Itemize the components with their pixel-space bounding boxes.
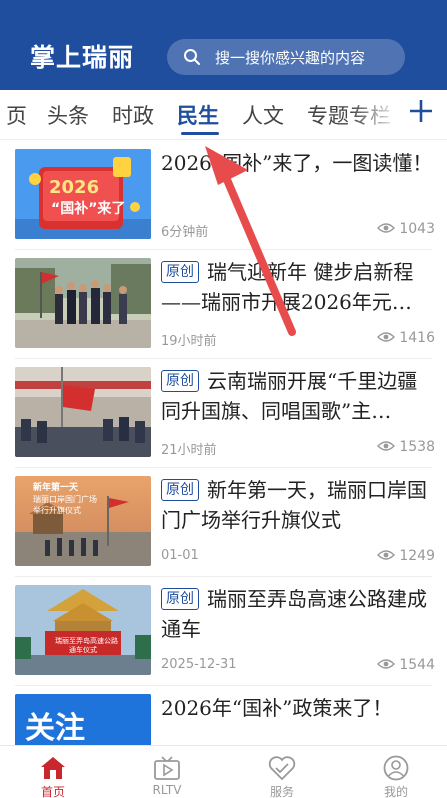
- views-count: 1249: [399, 548, 435, 564]
- tab-culture[interactable]: 人文: [242, 100, 284, 130]
- tab-home[interactable]: 页: [6, 100, 27, 130]
- tab-politics[interactable]: 时政: [112, 100, 154, 130]
- nav-home[interactable]: 首页: [13, 746, 93, 798]
- news-time: 2025-12-31: [161, 657, 237, 672]
- eye-icon: [377, 332, 396, 342]
- news-title[interactable]: 2026年“国补”政策来了！: [161, 693, 433, 753]
- svg-text:通车仪式: 通车仪式: [69, 645, 97, 654]
- app-screen: 掌上瑞丽 搜一搜你感兴趣的内容 页 头条 时政 民生 人文 专题专栏 2026 …: [0, 0, 447, 798]
- poster-title: 关注: [25, 711, 85, 746]
- news-time: 19小时前: [161, 334, 217, 349]
- news-views: 1043: [377, 221, 435, 237]
- highway-opening-photo: 瑞丽至弄岛高速公路 通车仪式: [15, 585, 151, 675]
- tab-fade: [350, 90, 400, 138]
- news-thumbnail: [15, 258, 151, 348]
- original-badge: 原创: [161, 588, 199, 610]
- nav-label: 首页: [40, 785, 65, 798]
- news-title-text: 瑞丽至弄岛高速公路建成通车: [161, 587, 427, 641]
- original-badge: 原创: [161, 370, 199, 392]
- add-channel-icon[interactable]: [408, 98, 434, 124]
- news-thumbnail: 2026 “国补”来了: [15, 149, 151, 239]
- flag-raising-photo: [15, 367, 151, 457]
- news-time: 01-01: [161, 548, 199, 563]
- border-plaza-photo: 新年第一天 瑞丽口岸国门广场 举行升旗仪式: [15, 476, 151, 566]
- bottom-navigation: 首页 RLTV 服务 我的: [0, 745, 447, 798]
- nav-label: 服务: [269, 785, 294, 798]
- svg-text:“国补”来了: “国补”来了: [51, 200, 125, 217]
- tab-headlines[interactable]: 头条: [47, 100, 89, 130]
- eye-icon: [377, 223, 396, 233]
- views-count: 1416: [399, 330, 435, 346]
- nav-rltv[interactable]: RLTV: [127, 746, 207, 798]
- subsidy-poster-image: 2026 “国补”来了: [15, 149, 151, 239]
- news-title[interactable]: 原创 云南瑞丽开展“千里边疆同升国旗、同唱国歌”主…: [161, 366, 433, 426]
- news-title[interactable]: 原创 瑞丽至弄岛高速公路建成通车: [161, 584, 433, 644]
- views-count: 1538: [399, 439, 435, 455]
- profile-icon: [383, 755, 409, 781]
- news-item[interactable]: 原创 云南瑞丽开展“千里边疆同升国旗、同唱国歌”主… 21小时前 1538: [0, 359, 447, 468]
- search-placeholder: 搜一搜你感兴趣的内容: [215, 49, 366, 67]
- search-bar[interactable]: 搜一搜你感兴趣的内容: [167, 39, 405, 75]
- original-badge: 原创: [161, 479, 199, 501]
- news-item[interactable]: 2026 “国补”来了 2026“国补”来了，一图读懂！ 6分钟前 1043: [0, 141, 447, 250]
- news-views: 1538: [377, 439, 435, 455]
- top-header: 掌上瑞丽 搜一搜你感兴趣的内容: [0, 0, 447, 90]
- service-icon: [268, 756, 296, 781]
- news-item[interactable]: 原创 瑞气迎新年 健步启新程——瑞丽市开展2026年元… 19小时前 1416: [0, 250, 447, 359]
- svg-text:2026: 2026: [49, 177, 99, 198]
- news-title-text: 新年第一天，瑞丽口岸国门广场举行升旗仪式: [161, 478, 427, 532]
- nav-label: 我的: [383, 785, 408, 798]
- svg-text:举行升旗仪式: 举行升旗仪式: [33, 505, 81, 515]
- news-views: 1249: [377, 548, 435, 564]
- category-tabs: 页 头条 时政 民生 人文 专题专栏: [0, 90, 447, 140]
- search-icon: [184, 49, 200, 65]
- news-time: 21小时前: [161, 443, 217, 458]
- news-views: 1544: [377, 657, 435, 673]
- walking-event-photo: [15, 258, 151, 348]
- views-count: 1043: [399, 221, 435, 237]
- news-title[interactable]: 原创 新年第一天，瑞丽口岸国门广场举行升旗仪式: [161, 475, 433, 535]
- news-thumbnail: [15, 367, 151, 457]
- news-title[interactable]: 2026“国补”来了，一图读懂！: [161, 148, 433, 208]
- home-icon: [41, 757, 65, 779]
- news-title[interactable]: 原创 瑞气迎新年 健步启新程——瑞丽市开展2026年元…: [161, 257, 433, 317]
- eye-icon: [377, 550, 396, 560]
- svg-text:新年第一天: 新年第一天: [33, 481, 79, 493]
- svg-text:瑞丽至弄岛高速公路: 瑞丽至弄岛高速公路: [55, 636, 118, 645]
- tv-icon: [154, 756, 180, 780]
- news-thumbnail: 瑞丽至弄岛高速公路 通车仪式: [15, 585, 151, 675]
- active-tab-indicator: [181, 132, 219, 135]
- news-item[interactable]: 新年第一天 瑞丽口岸国门广场 举行升旗仪式 原创 新年第一天，瑞丽口岸国门广场举行…: [0, 468, 447, 577]
- nav-label: RLTV: [152, 783, 182, 797]
- svg-text:瑞丽口岸国门广场: 瑞丽口岸国门广场: [33, 494, 97, 504]
- news-thumbnail: 新年第一天 瑞丽口岸国门广场 举行升旗仪式: [15, 476, 151, 566]
- eye-icon: [377, 441, 396, 451]
- app-logo: 掌上瑞丽: [30, 43, 135, 72]
- nav-service[interactable]: 服务: [242, 746, 322, 798]
- tab-livelihood[interactable]: 民生: [177, 100, 219, 130]
- news-title-text: 云南瑞丽开展“千里边疆同升国旗、同唱国歌”主…: [161, 369, 418, 423]
- views-count: 1544: [399, 657, 435, 673]
- news-item[interactable]: 瑞丽至弄岛高速公路 通车仪式 原创 瑞丽至弄岛高速公路建成通车 2025-12-3…: [0, 577, 447, 686]
- eye-icon: [377, 659, 396, 669]
- news-views: 1416: [377, 330, 435, 346]
- nav-profile[interactable]: 我的: [356, 746, 436, 798]
- news-time: 6分钟前: [161, 225, 209, 240]
- original-badge: 原创: [161, 261, 199, 283]
